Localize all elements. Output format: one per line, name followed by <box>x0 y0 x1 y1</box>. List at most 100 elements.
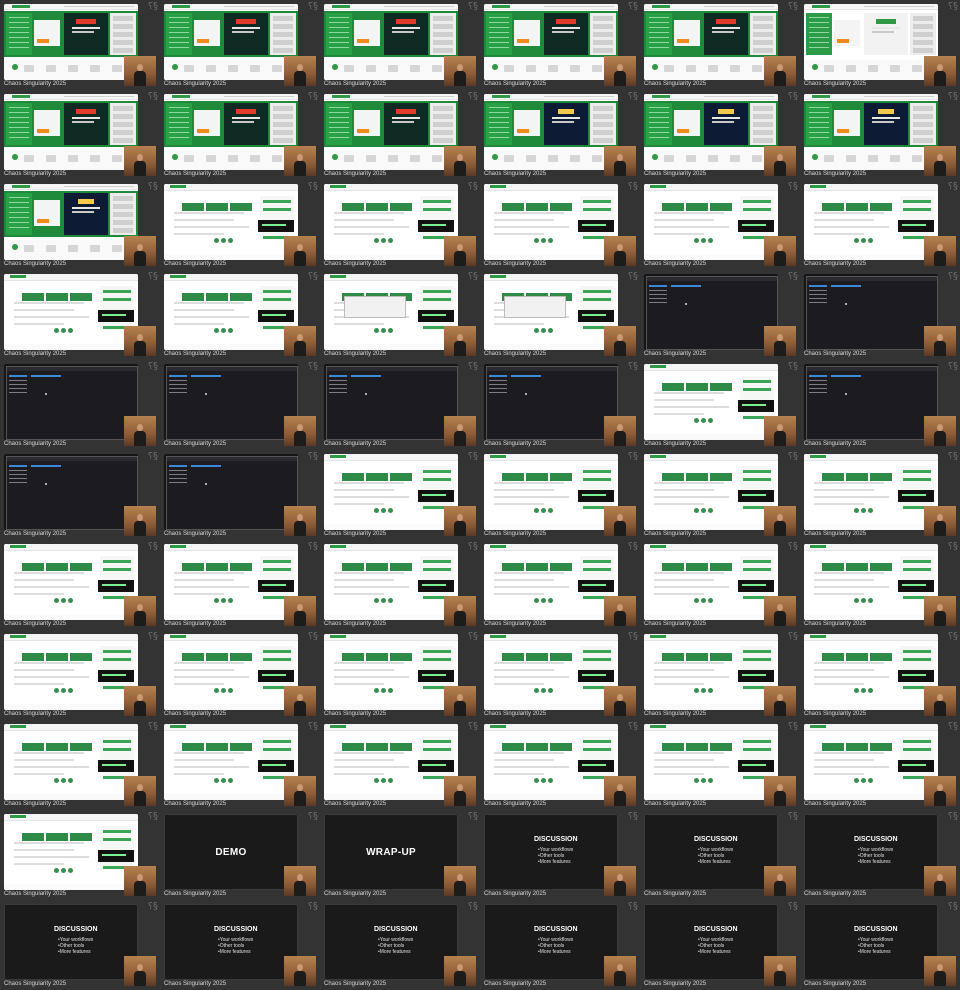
video-frame-cell[interactable]: Chaos Singularity 2025 ⸮§ <box>800 720 960 810</box>
video-frame-cell[interactable]: Chaos Singularity 2025 ⸮§ <box>320 720 480 810</box>
video-frame-cell[interactable]: Chaos Singularity 2025 ⸮§ <box>0 630 160 720</box>
video-frame-cell[interactable]: Chaos Singularity 2025 ⸮§ <box>480 450 640 540</box>
video-frame-cell[interactable]: Chaos Singularity 2025 ⸮§ <box>160 270 320 360</box>
webcam-overlay <box>444 866 476 896</box>
video-frame-cell[interactable]: Chaos Singularity 2025 ⸮§ <box>320 180 480 270</box>
video-frame-cell[interactable]: Chaos Singularity 2025 ⸮§ <box>320 450 480 540</box>
video-frame-cell[interactable]: DISCUSSION Your workflowsOther toolsMore … <box>160 900 320 990</box>
purchase-panel <box>900 556 934 600</box>
video-frame-cell[interactable]: Chaos Singularity 2025 ⸮§ <box>0 360 160 450</box>
ad-banner <box>578 670 614 682</box>
video-frame-cell[interactable]: Chaos Singularity 2025 ⸮§ <box>640 180 800 270</box>
video-frame-cell[interactable]: Chaos Singularity 2025 ⸮§ <box>480 90 640 180</box>
video-frame-cell[interactable]: Chaos Singularity 2025 ⸮§ <box>640 270 800 360</box>
presenter-icon <box>614 514 626 536</box>
video-frame-cell[interactable]: Chaos Singularity 2025 ⸮§ <box>160 450 320 540</box>
video-frame-cell[interactable]: DISCUSSION Your workflowsOther toolsMore … <box>480 900 640 990</box>
video-frame-cell[interactable]: Chaos Singularity 2025 ⸮§ <box>160 180 320 270</box>
video-frame-cell[interactable]: Chaos Singularity 2025 ⸮§ <box>160 630 320 720</box>
video-frame-cell[interactable]: Chaos Singularity 2025 ⸮§ <box>320 90 480 180</box>
discussion-slide-thumbnail: DISCUSSION Your workflowsOther toolsMore … <box>644 814 778 890</box>
video-frame-cell[interactable]: Chaos Singularity 2025 ⸮§ <box>480 360 640 450</box>
video-frame-cell[interactable]: DISCUSSION Your workflowsOther toolsMore … <box>640 810 800 900</box>
ad-banner <box>898 220 934 232</box>
app-menu <box>489 375 507 396</box>
video-frame-cell[interactable]: Chaos Singularity 2025 ⸮§ <box>640 0 800 90</box>
video-frame-cell[interactable]: Chaos Singularity 2025 ⸮§ <box>160 540 320 630</box>
slide-bullet: More features <box>378 949 413 955</box>
video-frame-cell[interactable]: Chaos Singularity 2025 ⸮§ <box>320 360 480 450</box>
video-frame-cell[interactable]: Chaos Singularity 2025 ⸮§ <box>320 270 480 360</box>
frame-caption: Chaos Singularity 2025 <box>804 351 867 357</box>
video-frame-cell[interactable]: Chaos Singularity 2025 ⸮§ <box>320 630 480 720</box>
product-images <box>662 468 734 481</box>
video-frame-cell[interactable]: DISCUSSION Your workflowsOther toolsMore … <box>320 900 480 990</box>
video-frame-cell[interactable]: Chaos Singularity 2025 ⸮§ <box>160 90 320 180</box>
video-frame-cell[interactable]: Chaos Singularity 2025 ⸮§ <box>320 0 480 90</box>
site-nav-links <box>864 6 934 7</box>
side-promos <box>910 103 936 145</box>
video-frame-cell[interactable]: Chaos Singularity 2025 ⸮§ <box>480 270 640 360</box>
video-frame-cell[interactable]: Chaos Singularity 2025 ⸮§ <box>800 630 960 720</box>
ad-banner <box>578 760 614 772</box>
video-frame-cell[interactable]: Chaos Singularity 2025 ⸮§ <box>800 0 960 90</box>
video-frame-cell[interactable]: Chaos Singularity 2025 ⸮§ <box>320 540 480 630</box>
login-box <box>194 20 220 46</box>
video-frame-cell[interactable]: DISCUSSION Your workflowsOther toolsMore … <box>800 900 960 990</box>
site-logo <box>810 545 826 548</box>
site-logo <box>10 635 26 638</box>
webcam-overlay <box>284 416 316 446</box>
video-frame-cell[interactable]: Chaos Singularity 2025 ⸮§ <box>160 360 320 450</box>
video-frame-cell[interactable]: Chaos Singularity 2025 ⸮§ <box>800 90 960 180</box>
video-frame-cell[interactable]: DISCUSSION Your workflowsOther toolsMore … <box>0 900 160 990</box>
video-frame-cell[interactable]: Chaos Singularity 2025 ⸮§ <box>480 0 640 90</box>
frame-caption: Chaos Singularity 2025 <box>484 711 547 717</box>
video-frame-cell[interactable]: Chaos Singularity 2025 ⸮§ <box>640 450 800 540</box>
video-frame-cell[interactable]: Chaos Singularity 2025 ⸮§ <box>640 720 800 810</box>
video-frame-cell[interactable]: Chaos Singularity 2025 ⸮§ <box>480 180 640 270</box>
presenter-icon <box>774 424 786 446</box>
video-frame-cell[interactable]: Chaos Singularity 2025 ⸮§ <box>160 0 320 90</box>
site-top-bar <box>484 544 618 551</box>
video-frame-cell[interactable]: Chaos Singularity 2025 ⸮§ <box>800 270 960 360</box>
video-frame-cell[interactable]: Chaos Singularity 2025 ⸮§ <box>480 540 640 630</box>
category-sidebar <box>326 13 352 55</box>
site-logo <box>490 545 506 548</box>
product-page-thumbnail <box>644 544 778 620</box>
frame-caption: Chaos Singularity 2025 <box>804 171 867 177</box>
video-frame-cell[interactable]: Chaos Singularity 2025 ⸮§ <box>800 450 960 540</box>
webcam-overlay <box>764 56 796 86</box>
slide-title: WRAP-UP <box>366 846 416 858</box>
video-frame-cell[interactable]: Chaos Singularity 2025 ⸮§ <box>800 180 960 270</box>
video-frame-cell[interactable]: DEMO Chaos Singularity 2025 ⸮§ <box>160 810 320 900</box>
frame-caption: Chaos Singularity 2025 <box>804 891 867 897</box>
video-frame-cell[interactable]: Chaos Singularity 2025 ⸮§ <box>480 720 640 810</box>
site-top-bar <box>484 634 618 641</box>
video-frame-cell[interactable]: Chaos Singularity 2025 ⸮§ <box>800 360 960 450</box>
video-frame-cell[interactable]: DISCUSSION Your workflowsOther toolsMore … <box>480 810 640 900</box>
video-frame-cell[interactable]: Chaos Singularity 2025 ⸮§ <box>160 720 320 810</box>
option-swatches <box>214 590 235 608</box>
video-frame-cell[interactable]: Chaos Singularity 2025 ⸮§ <box>640 90 800 180</box>
video-frame-cell[interactable]: Chaos Singularity 2025 ⸮§ <box>0 450 160 540</box>
video-frame-cell[interactable]: DISCUSSION Your workflowsOther toolsMore … <box>640 900 800 990</box>
video-frame-cell[interactable]: Chaos Singularity 2025 ⸮§ <box>800 540 960 630</box>
option-swatches <box>374 680 395 698</box>
video-frame-cell[interactable]: Chaos Singularity 2025 ⸮§ <box>0 90 160 180</box>
video-frame-cell[interactable]: Chaos Singularity 2025 ⸮§ <box>0 180 160 270</box>
video-frame-cell[interactable]: Chaos Singularity 2025 ⸮§ <box>0 720 160 810</box>
video-frame-cell[interactable]: WRAP-UP Chaos Singularity 2025 ⸮§ <box>320 810 480 900</box>
video-frame-cell[interactable]: Chaos Singularity 2025 ⸮§ <box>480 630 640 720</box>
video-frame-cell[interactable]: Chaos Singularity 2025 ⸮§ <box>640 360 800 450</box>
video-frame-cell[interactable]: Chaos Singularity 2025 ⸮§ <box>640 540 800 630</box>
presenter-icon <box>934 784 946 806</box>
video-frame-cell[interactable]: Chaos Singularity 2025 ⸮§ <box>640 630 800 720</box>
presenter-icon <box>294 64 306 86</box>
video-frame-cell[interactable]: Chaos Singularity 2025 ⸮§ <box>0 540 160 630</box>
video-frame-cell[interactable]: DISCUSSION Your workflowsOther toolsMore … <box>800 810 960 900</box>
website-screenshot-thumbnail <box>644 94 778 170</box>
category-sidebar <box>646 103 672 145</box>
video-frame-cell[interactable]: Chaos Singularity 2025 ⸮§ <box>0 0 160 90</box>
video-frame-cell[interactable]: Chaos Singularity 2025 ⸮§ <box>0 810 160 900</box>
video-frame-cell[interactable]: Chaos Singularity 2025 ⸮§ <box>0 270 160 360</box>
